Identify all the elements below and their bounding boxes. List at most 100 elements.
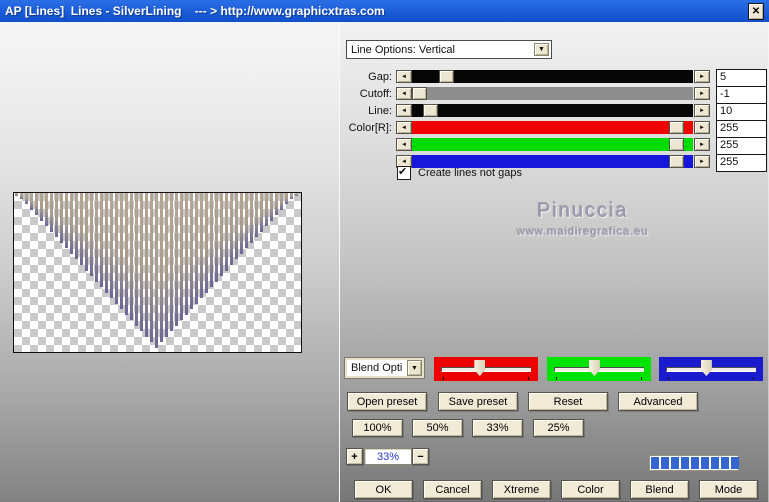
preview-line: [85, 193, 88, 271]
arrow-right-icon: ►: [699, 107, 705, 114]
color-b-value-field[interactable]: 255: [716, 154, 767, 172]
blend-options-dropdown[interactable]: Blend Opti ▼: [344, 357, 425, 379]
preview-line: [210, 193, 213, 287]
progress-segment: [691, 457, 699, 469]
color-r-left-arrow-button[interactable]: ◄: [396, 121, 412, 134]
preview-line: [190, 193, 193, 309]
green-channel-slider[interactable]: [547, 357, 651, 381]
preview-line: [290, 193, 293, 199]
zoom-33-button[interactable]: 33%: [472, 419, 523, 437]
arrow-left-icon: ◄: [401, 141, 407, 148]
arrow-left-icon: ◄: [401, 107, 407, 114]
line-left-arrow-button[interactable]: ◄: [396, 104, 412, 117]
preview-line: [155, 193, 158, 348]
preview-line: [50, 193, 53, 232]
preview-line: [15, 193, 18, 196]
check-icon: ✔: [398, 166, 408, 178]
blue-channel-thumb[interactable]: [700, 360, 712, 376]
preview-line: [165, 193, 168, 337]
color-g-left-arrow-button[interactable]: ◄: [396, 138, 412, 151]
preview-line: [220, 193, 223, 276]
cutoff-left-arrow-button[interactable]: ◄: [396, 87, 412, 100]
preview-line: [120, 193, 123, 309]
color-g-slider-track[interactable]: [412, 138, 693, 151]
tick-mark: [641, 377, 642, 380]
progress-segment: [671, 457, 679, 469]
slider-row-line: Line: ◄ ► 10: [340, 103, 769, 121]
create-lines-checkbox[interactable]: ✔: [397, 166, 411, 180]
preview-line: [205, 193, 208, 293]
zoom-100-button[interactable]: 100%: [352, 419, 403, 437]
save-preset-button[interactable]: Save preset: [438, 392, 518, 411]
cutoff-slider-thumb[interactable]: [412, 87, 427, 100]
color-r-slider-thumb[interactable]: [668, 121, 684, 134]
zoom-50-button[interactable]: 50%: [412, 419, 463, 437]
preview-line: [270, 193, 273, 221]
gap-value-field[interactable]: 5: [716, 69, 767, 87]
cutoff-slider-track[interactable]: [412, 87, 693, 100]
line-track-fill: [412, 104, 693, 117]
line-options-arrow-button[interactable]: ▼: [534, 43, 549, 56]
red-channel-thumb[interactable]: [474, 360, 486, 376]
color-r-slider-track[interactable]: [412, 121, 693, 134]
line-value-field[interactable]: 10: [716, 103, 767, 121]
preview-line: [245, 193, 248, 248]
gap-right-arrow-button[interactable]: ►: [694, 70, 710, 83]
tick-mark: [528, 377, 529, 380]
color-b-right-arrow-button[interactable]: ►: [694, 155, 710, 168]
blue-channel-slider[interactable]: [659, 357, 763, 381]
gap-slider-track[interactable]: [412, 70, 693, 83]
zoom-in-button[interactable]: +: [346, 448, 363, 465]
xtreme-button[interactable]: Xtreme: [492, 480, 551, 499]
plugin-window: AP [Lines] Lines - SilverLining --- > ht…: [0, 0, 769, 502]
cutoff-value-field[interactable]: -1: [716, 86, 767, 104]
preview-canvas[interactable]: [13, 192, 302, 353]
gap-left-arrow-button[interactable]: ◄: [396, 70, 412, 83]
preview-line: [295, 193, 298, 196]
progress-segment: [711, 457, 719, 469]
preview-line: [250, 193, 253, 243]
zoom-out-button[interactable]: −: [412, 448, 429, 465]
color-r-right-arrow-button[interactable]: ►: [694, 121, 710, 134]
preview-line: [35, 193, 38, 215]
red-channel-slider[interactable]: [434, 357, 538, 381]
color-g-value-field[interactable]: 255: [716, 137, 767, 155]
watermark: Pinuccia www.maidiregrafica.eu: [488, 200, 678, 238]
title-bar[interactable]: AP [Lines] Lines - SilverLining --- > ht…: [0, 0, 769, 22]
gap-slider-thumb[interactable]: [438, 70, 454, 83]
blend-button[interactable]: Blend: [630, 480, 689, 499]
preview-line: [55, 193, 58, 237]
progress-segment: [701, 457, 709, 469]
preview-line: [100, 193, 103, 287]
preview-line: [260, 193, 263, 232]
preview-line: [45, 193, 48, 226]
mode-button[interactable]: Mode: [699, 480, 758, 499]
cancel-button[interactable]: Cancel: [423, 480, 482, 499]
ok-button[interactable]: OK: [354, 480, 413, 499]
preview-line: [215, 193, 218, 282]
open-preset-button[interactable]: Open preset: [347, 392, 427, 411]
watermark-url: www.maidiregrafica.eu: [517, 226, 649, 238]
advanced-button[interactable]: Advanced: [618, 392, 698, 411]
color-g-right-arrow-button[interactable]: ►: [694, 138, 710, 151]
preview-line: [90, 193, 93, 276]
green-channel-thumb[interactable]: [588, 360, 600, 376]
line-slider-thumb[interactable]: [422, 104, 438, 117]
cutoff-right-arrow-button[interactable]: ►: [694, 87, 710, 100]
preview-line: [105, 193, 108, 293]
preview-line: [240, 193, 243, 254]
line-options-dropdown[interactable]: Line Options: Vertical ▼: [346, 40, 552, 59]
reset-button[interactable]: Reset: [528, 392, 608, 411]
progress-segment: [681, 457, 689, 469]
color-r-value-field[interactable]: 255: [716, 120, 767, 138]
blend-options-value: Blend Opti: [351, 362, 403, 374]
blend-options-arrow-button[interactable]: ▼: [407, 360, 422, 376]
color-b-slider-thumb[interactable]: [668, 155, 684, 168]
preview-line: [235, 193, 238, 259]
line-slider-track[interactable]: [412, 104, 693, 117]
color-button[interactable]: Color: [561, 480, 620, 499]
zoom-25-button[interactable]: 25%: [533, 419, 584, 437]
line-right-arrow-button[interactable]: ►: [694, 104, 710, 117]
close-button[interactable]: ✕: [748, 3, 764, 20]
color-g-slider-thumb[interactable]: [668, 138, 684, 151]
